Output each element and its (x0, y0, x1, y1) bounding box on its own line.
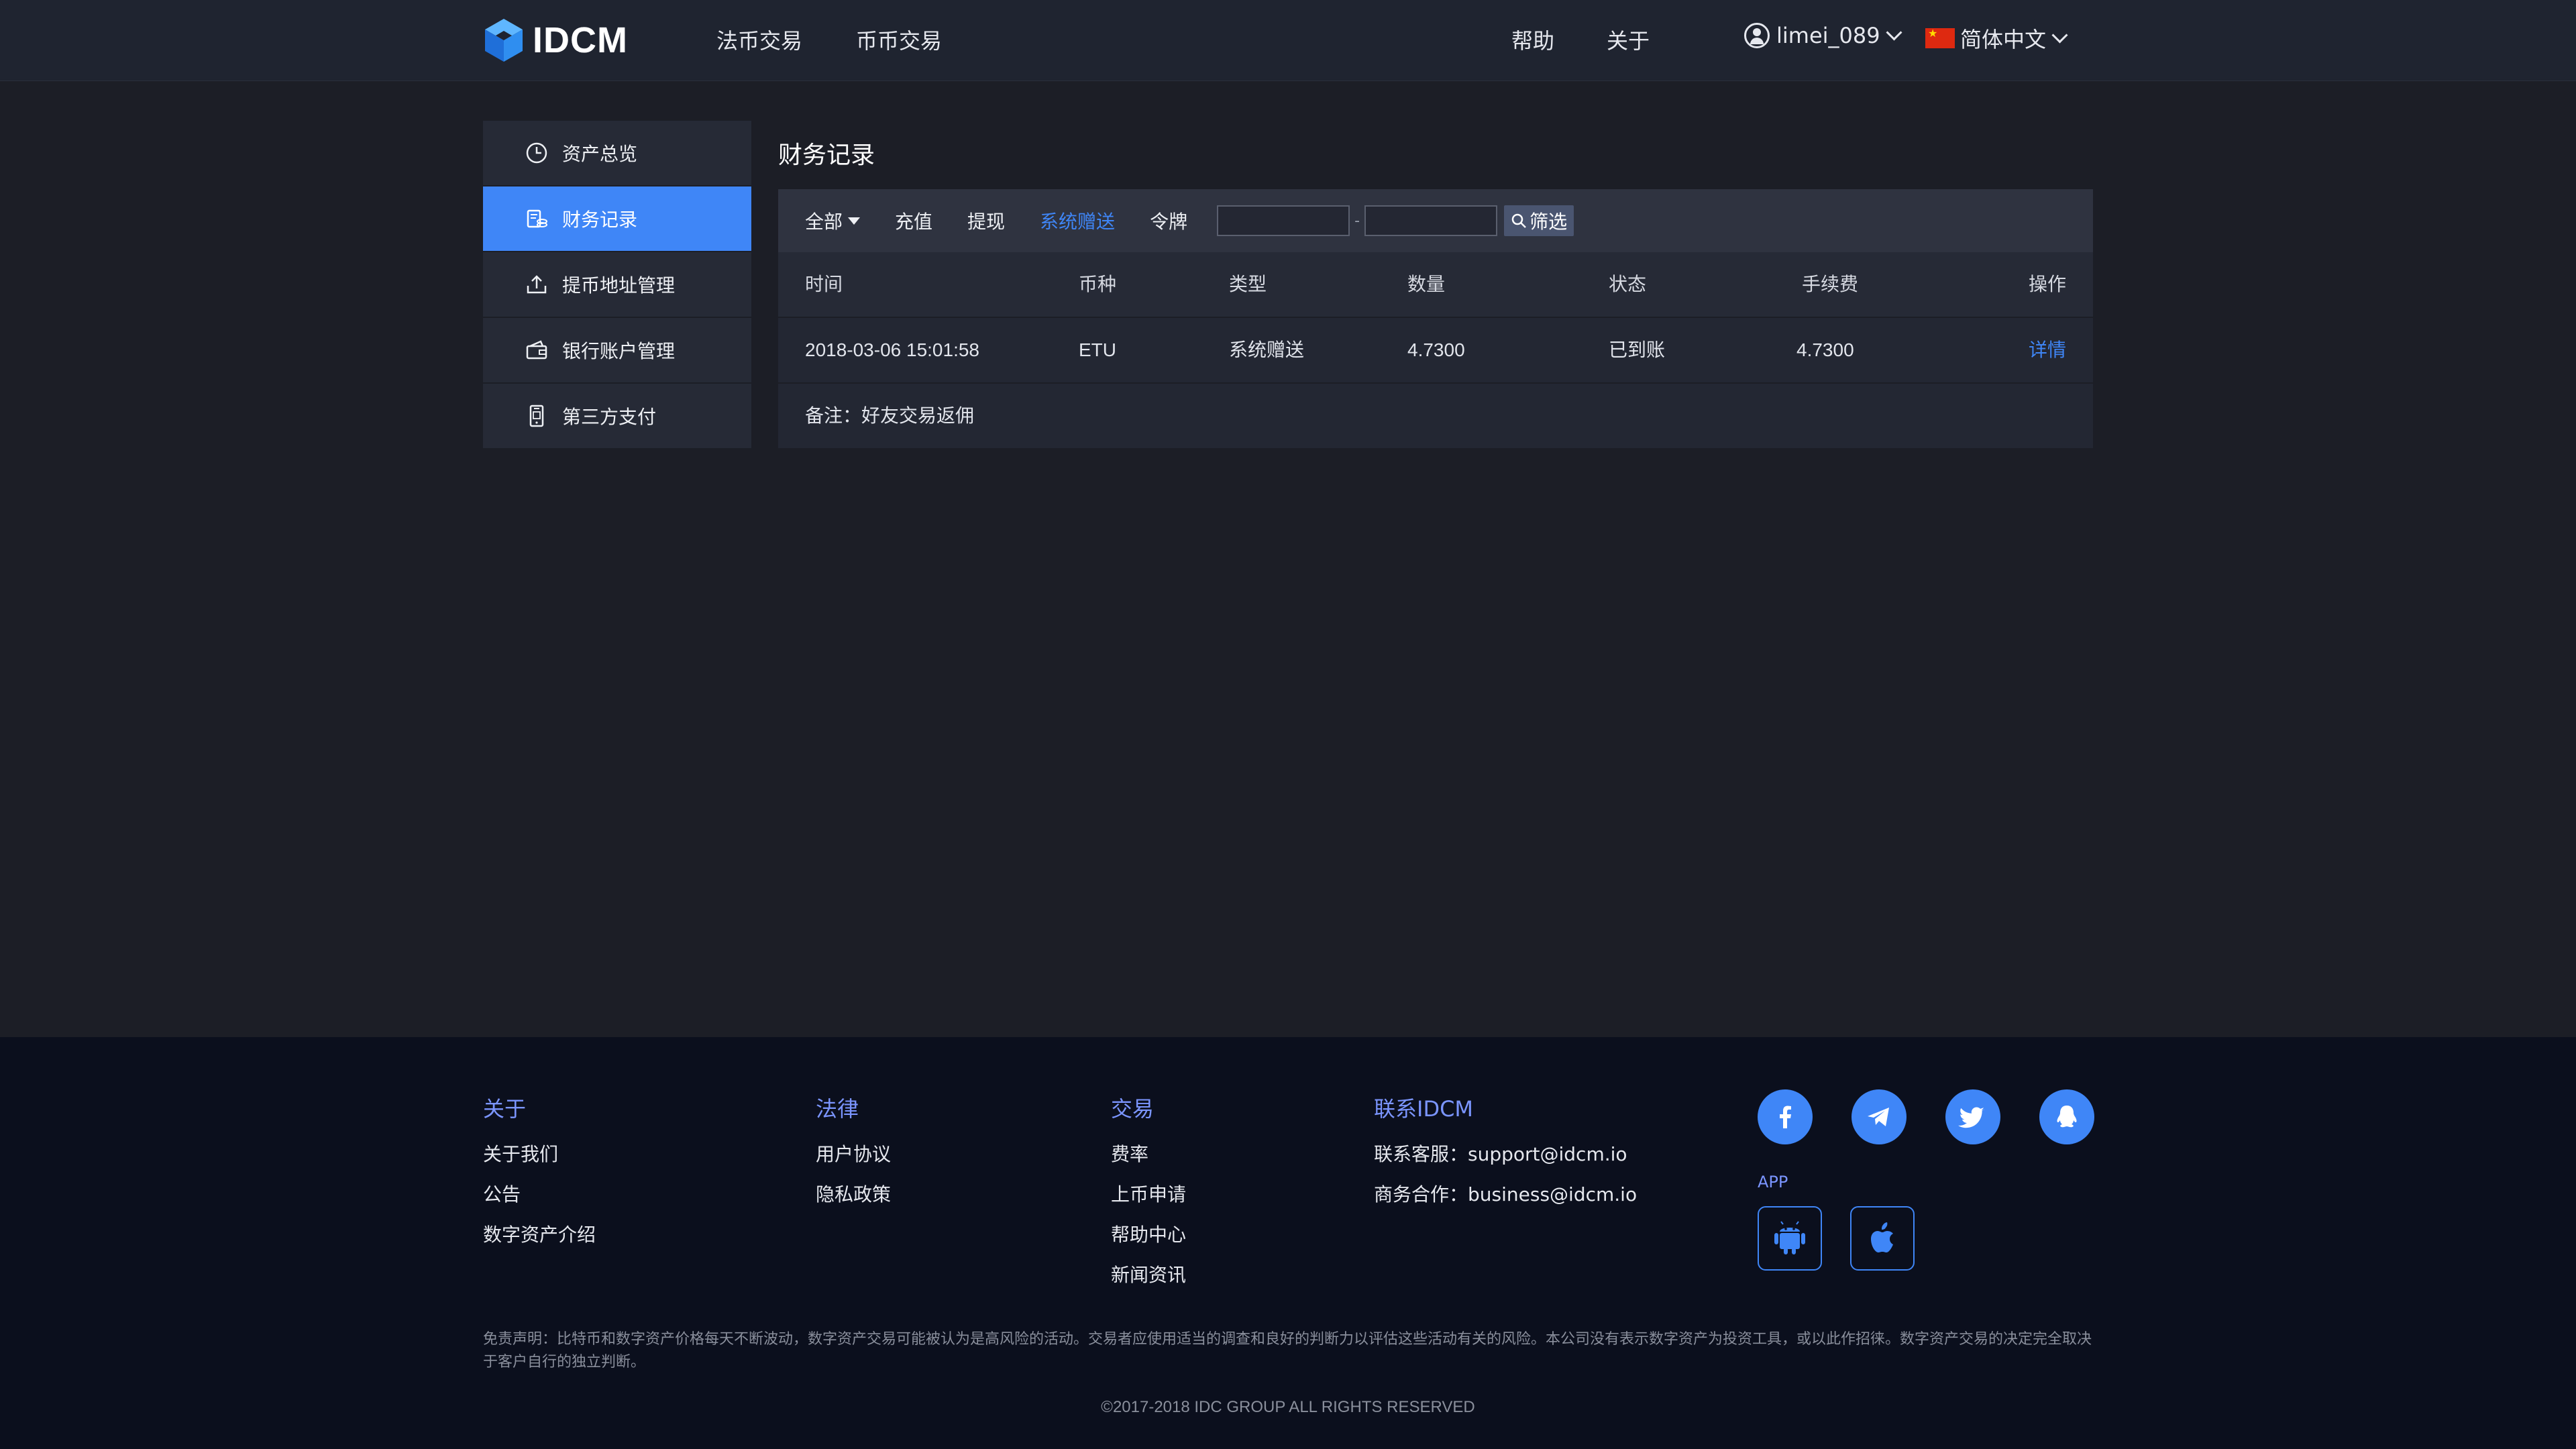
filter-token[interactable]: 令牌 (1150, 207, 1187, 234)
idcm-cube-icon (485, 19, 523, 62)
app-downloads (1758, 1206, 1943, 1271)
table-header-row: 时间 币种 类型 数量 状态 手续费 操作 (778, 252, 2093, 318)
footer-link-digital-assets[interactable]: 数字资产介绍 (483, 1221, 596, 1261)
sidebar-item-bank-accounts[interactable]: 银行账户管理 (483, 318, 751, 382)
footer-link-help-center[interactable]: 帮助中心 (1111, 1221, 1186, 1261)
sidebar-item-label: 提币地址管理 (562, 274, 676, 297)
china-flag-icon (1925, 27, 1955, 48)
end-date-input[interactable] (1364, 205, 1498, 236)
site-footer: 关于 关于我们 公告 数字资产介绍 法律 用户协议 隐私政策 交易 费率 上币申… (0, 1037, 2576, 1449)
username: limei_089 (1776, 23, 1880, 48)
date-separator: - (1354, 212, 1360, 229)
cell-time: 2018-03-06 15:01:58 (805, 339, 979, 360)
user-icon (1744, 23, 1770, 48)
footer-contact-column: 联系IDCM 联系客服：support@idcm.io 商务合作：busines… (1374, 1092, 1637, 1221)
filter-button-label: 筛选 (1529, 211, 1568, 233)
column-header-type: 类型 (1229, 274, 1267, 294)
footer-link-announcements[interactable]: 公告 (483, 1181, 596, 1221)
cell-amount: 4.7300 (1407, 339, 1465, 360)
table-row: 2018-03-06 15:01:58 ETU 系统赠送 4.7300 已到账 … (778, 318, 2093, 384)
filter-label: 全部 (805, 211, 843, 233)
footer-link-about-us[interactable]: 关于我们 (483, 1140, 596, 1181)
footer-heading: 联系IDCM (1374, 1096, 1474, 1122)
footer-legal-column: 法律 用户协议 隐私政策 (816, 1092, 891, 1221)
footer-about-column: 关于 关于我们 公告 数字资产介绍 (483, 1092, 596, 1261)
disclaimer-text: 免责声明：比特币和数字资产价格每天不断波动，数字资产交易可能被认为是高风险的活动… (483, 1331, 2092, 1371)
nav-fiat-trade[interactable]: 法币交易 (716, 24, 802, 55)
social-links (1758, 1089, 2094, 1144)
chevron-down-icon (2051, 26, 2068, 44)
footer-heading: 关于 (483, 1096, 527, 1122)
page-title: 财务记录 (778, 142, 875, 169)
column-header-time: 时间 (805, 274, 843, 294)
cell-coin: ETU (1079, 339, 1116, 360)
column-header-status: 状态 (1609, 274, 1647, 294)
column-header-coin: 币种 (1079, 274, 1117, 294)
app-label: APP (1758, 1173, 1788, 1191)
idcm-logo[interactable]: IDCM (483, 16, 628, 64)
chevron-down-icon (1886, 23, 1902, 41)
filter-system-gift[interactable]: 系统赠送 (1040, 207, 1115, 234)
records-panel: 全部 充值 提现 系统赠送 令牌 - 筛选 时间 币种 类型 数量 状态 手续费… (778, 189, 2093, 448)
details-link[interactable]: 详情 (2029, 318, 2066, 382)
sidebar-item-asset-overview[interactable]: 资产总览 (483, 121, 751, 185)
sidebar-item-financial-records[interactable]: 财务记录 (483, 186, 751, 251)
sidebar-item-third-party-payment[interactable]: 第三方支付 (483, 384, 751, 448)
footer-heading: 交易 (1111, 1096, 1155, 1122)
wallet-icon (525, 338, 549, 362)
sidebar-item-withdraw-address[interactable]: 提币地址管理 (483, 252, 751, 317)
nav-help[interactable]: 帮助 (1511, 24, 1554, 55)
twitter-icon[interactable] (1945, 1089, 2000, 1144)
start-date-input[interactable] (1217, 205, 1350, 236)
logo-text: IDCM (533, 20, 628, 60)
account-sidebar: 资产总览 财务记录 提币地址管理 银行账户管理 第三方支付 (483, 121, 751, 449)
date-range: - (1217, 205, 1498, 236)
telegram-icon[interactable] (1851, 1089, 1907, 1144)
caret-down-icon (848, 217, 861, 225)
footer-support-email[interactable]: 联系客服：support@idcm.io (1374, 1140, 1637, 1181)
phone-pay-icon (525, 404, 549, 428)
records-icon (525, 207, 549, 231)
filter-withdraw[interactable]: 提现 (967, 207, 1005, 234)
footer-trade-column: 交易 费率 上币申请 帮助中心 新闻资讯 (1111, 1092, 1186, 1301)
android-icon[interactable] (1758, 1206, 1822, 1271)
footer-link-user-agreement[interactable]: 用户协议 (816, 1140, 891, 1181)
apple-icon[interactable] (1850, 1206, 1915, 1271)
records-table: 时间 币种 类型 数量 状态 手续费 操作 2018-03-06 15:01:5… (778, 252, 2093, 448)
sidebar-item-label: 财务记录 (562, 209, 638, 231)
cell-type: 系统赠送 (1229, 339, 1305, 360)
filter-toolbar: 全部 充值 提现 系统赠送 令牌 - 筛选 (778, 189, 2093, 252)
clock-icon (525, 141, 549, 165)
top-navbar: IDCM 法币交易 币币交易 帮助 关于 limei_089 简体中文 (0, 0, 2576, 81)
filter-all-dropdown[interactable]: 全部 (805, 207, 861, 234)
footer-link-fees[interactable]: 费率 (1111, 1140, 1186, 1181)
search-icon (1511, 213, 1526, 228)
user-menu[interactable]: limei_089 (1744, 23, 1902, 48)
filter-button[interactable]: 筛选 (1504, 205, 1574, 236)
footer-business-email[interactable]: 商务合作：business@idcm.io (1374, 1181, 1637, 1221)
sidebar-item-label: 银行账户管理 (562, 340, 676, 362)
facebook-icon[interactable] (1758, 1089, 1813, 1144)
copyright-text: ©2017-2018 IDC GROUP ALL RIGHTS RESERVED (1101, 1398, 1475, 1416)
cell-fee: 4.7300 (1796, 339, 1854, 360)
nav-about[interactable]: 关于 (1607, 24, 1650, 55)
footer-heading: 法律 (816, 1096, 859, 1122)
footer-link-news[interactable]: 新闻资讯 (1111, 1261, 1186, 1301)
cell-status: 已到账 (1609, 339, 1666, 360)
column-header-action: 操作 (2029, 274, 2067, 294)
qq-icon[interactable] (2039, 1089, 2094, 1144)
footer-link-privacy[interactable]: 隐私政策 (816, 1181, 891, 1221)
column-header-amount: 数量 (1407, 274, 1446, 294)
language-selector[interactable]: 简体中文 (1925, 23, 2068, 54)
language-label: 简体中文 (1960, 27, 2047, 52)
nav-coin-trade[interactable]: 币币交易 (856, 24, 942, 55)
sidebar-item-label: 资产总览 (562, 143, 638, 165)
footer-link-listing[interactable]: 上币申请 (1111, 1181, 1186, 1221)
filter-deposit[interactable]: 充值 (895, 207, 932, 234)
column-header-fee: 手续费 (1802, 274, 1859, 294)
record-note: 备注：好友交易返佣 (778, 384, 2093, 448)
sidebar-item-label: 第三方支付 (562, 406, 657, 428)
upload-icon (525, 272, 549, 297)
